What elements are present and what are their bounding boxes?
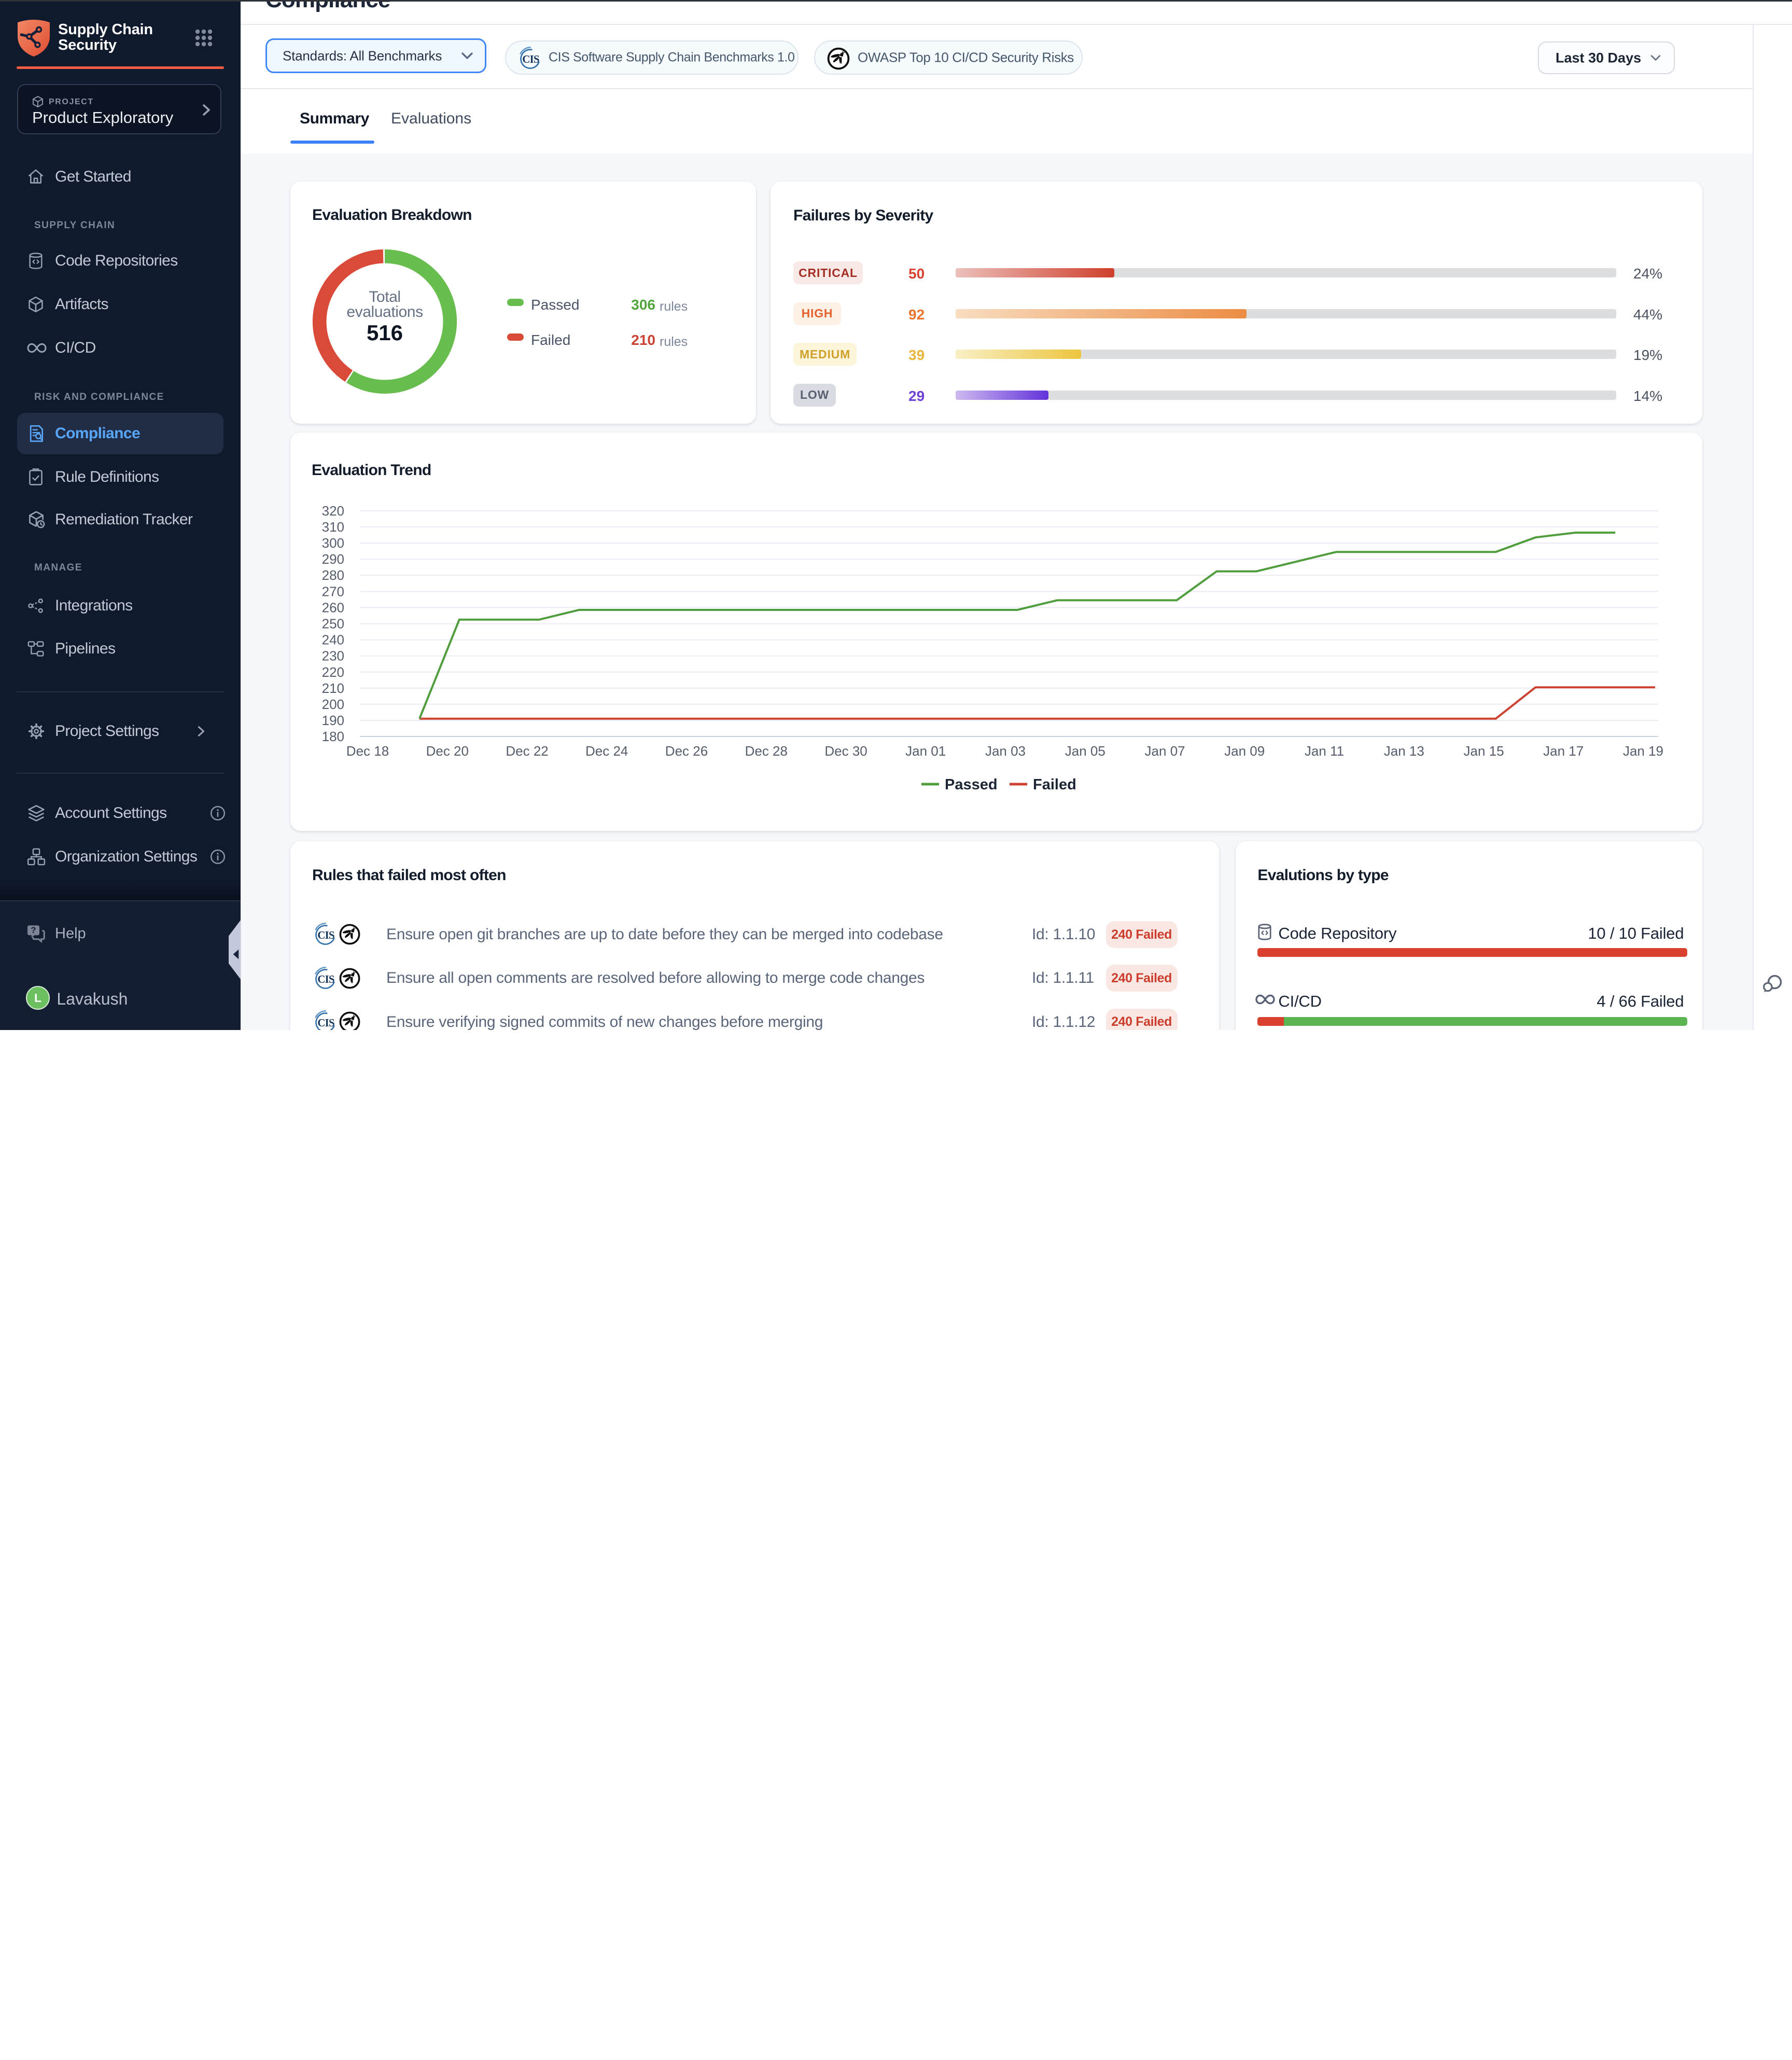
svg-text:270: 270 xyxy=(322,583,344,599)
svg-text:Passed: Passed xyxy=(945,776,998,793)
svg-text:Dec 26: Dec 26 xyxy=(665,743,708,759)
svg-text:200: 200 xyxy=(322,697,344,712)
svg-text:Jan 03: Jan 03 xyxy=(985,743,1026,759)
svg-text:290: 290 xyxy=(322,551,344,567)
svg-text:Failed: Failed xyxy=(1033,776,1076,793)
svg-text:310: 310 xyxy=(322,519,344,535)
svg-text:210: 210 xyxy=(322,680,344,696)
svg-text:Jan 07: Jan 07 xyxy=(1145,743,1185,759)
svg-text:Jan 17: Jan 17 xyxy=(1543,743,1584,759)
svg-text:Dec 30: Dec 30 xyxy=(824,743,867,759)
svg-text:280: 280 xyxy=(322,567,344,583)
svg-text:260: 260 xyxy=(322,600,344,615)
svg-text:230: 230 xyxy=(322,648,344,664)
svg-text:Jan 19: Jan 19 xyxy=(1623,743,1663,759)
svg-text:320: 320 xyxy=(322,503,344,519)
svg-text:Dec 18: Dec 18 xyxy=(346,743,389,759)
svg-text:220: 220 xyxy=(322,664,344,680)
svg-text:Jan 15: Jan 15 xyxy=(1464,743,1504,759)
svg-text:240: 240 xyxy=(322,632,344,648)
svg-text:Dec 28: Dec 28 xyxy=(745,743,788,759)
svg-text:Jan 09: Jan 09 xyxy=(1224,743,1265,759)
svg-text:?: ? xyxy=(31,925,36,935)
svg-text:190: 190 xyxy=(322,713,344,728)
svg-text:Dec 22: Dec 22 xyxy=(506,743,548,759)
svg-text:250: 250 xyxy=(322,616,344,632)
svg-text:Jan 01: Jan 01 xyxy=(905,743,946,759)
svg-text:Jan 13: Jan 13 xyxy=(1384,743,1424,759)
svg-text:Jan 05: Jan 05 xyxy=(1065,743,1105,759)
svg-text:180: 180 xyxy=(322,729,344,744)
svg-text:Jan 11: Jan 11 xyxy=(1305,743,1344,759)
svg-text:300: 300 xyxy=(322,535,344,551)
svg-text:Dec 20: Dec 20 xyxy=(426,743,469,759)
svg-text:Dec 24: Dec 24 xyxy=(585,743,628,759)
